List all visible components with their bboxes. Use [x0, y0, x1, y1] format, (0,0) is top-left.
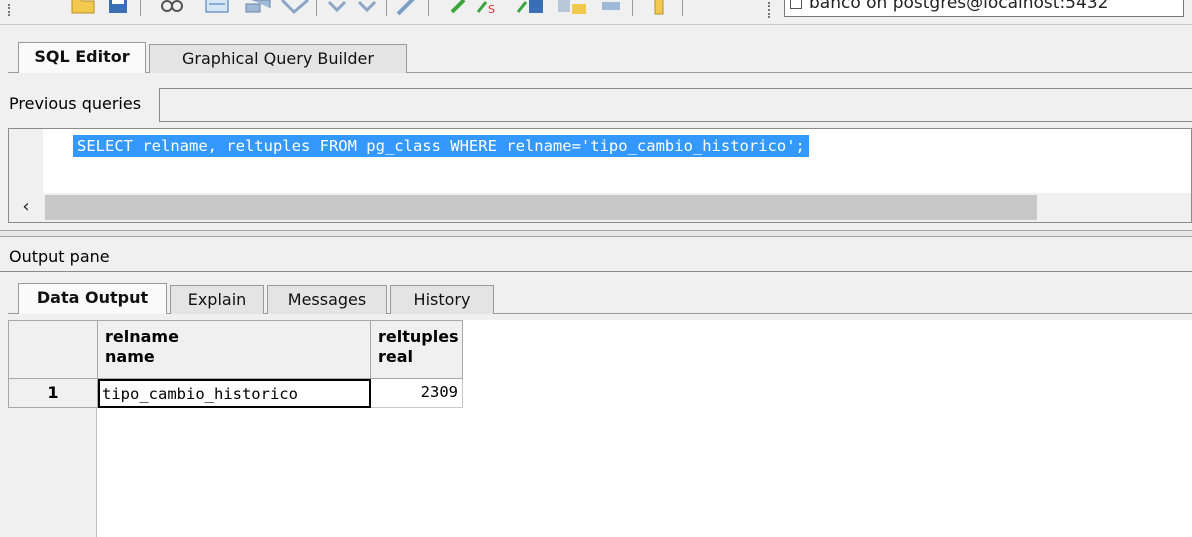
tab-label: Data Output	[36, 288, 149, 307]
execute-icon[interactable]	[448, 0, 468, 16]
clear-icon[interactable]	[280, 0, 310, 16]
tab-label: History	[413, 290, 471, 309]
toolbar-separator	[316, 0, 317, 16]
undo-icon[interactable]	[326, 0, 348, 16]
toolbar-grip	[768, 2, 773, 18]
scrollbar-thumb[interactable]	[45, 195, 1037, 220]
previous-queries-label: Previous queries	[9, 94, 142, 113]
tab-history[interactable]: History	[390, 285, 494, 314]
cell-reltuples[interactable]: 2309	[371, 379, 463, 408]
cut-icon[interactable]	[204, 0, 230, 16]
tab-label: Explain	[187, 290, 247, 309]
toolbar-grip	[8, 4, 11, 16]
redo-icon[interactable]	[356, 0, 378, 16]
row-header-1[interactable]: 1	[8, 379, 98, 408]
data-output-grid[interactable]: relname name reltuples real 1 tipo_cambi…	[8, 320, 1192, 537]
sql-query-text[interactable]: SELECT relname, reltuples FROM pg_class …	[73, 135, 809, 157]
execute-to-file-icon[interactable]	[516, 0, 548, 16]
column-name: reltuples	[378, 327, 459, 346]
previous-queries-row: Previous queries	[0, 88, 1192, 122]
output-tab-strip: Data Output Explain Messages History	[0, 283, 1192, 314]
toolbar-separator	[140, 0, 141, 16]
output-pane-title: Output pane	[9, 247, 110, 266]
tab-explain[interactable]: Explain	[170, 285, 264, 314]
scroll-left-arrow-icon[interactable]: ‹	[9, 193, 43, 222]
toolbar-separator	[632, 0, 633, 16]
explain-icon[interactable]	[556, 0, 588, 16]
tab-label: SQL Editor	[34, 47, 130, 66]
previous-queries-dropdown[interactable]	[159, 88, 1192, 122]
sql-editor[interactable]: SELECT relname, reltuples FROM pg_class …	[8, 128, 1192, 223]
connection-checkbox-icon	[790, 0, 802, 9]
toolbar-separator	[428, 0, 429, 16]
output-pane-header: Output pane	[0, 242, 1192, 272]
grid-corner-cell[interactable]	[8, 320, 98, 379]
editor-tab-strip: SQL Editor Graphical Query Builder	[0, 40, 1192, 73]
connection-select[interactable]: banco on postgres@localhost:5432	[784, 0, 1184, 17]
toolbar-separator	[682, 0, 683, 16]
tab-data-output[interactable]: Data Output	[18, 283, 167, 314]
pencil-icon[interactable]	[396, 0, 418, 16]
column-type: real	[378, 347, 414, 366]
tab-label: Graphical Query Builder	[182, 49, 374, 68]
copy-icon[interactable]	[244, 0, 272, 16]
tab-label: Messages	[287, 290, 367, 309]
main-toolbar: S banco on postgres@localhost:5432	[0, 0, 1192, 25]
column-name: relname	[105, 327, 179, 346]
editor-margin	[9, 129, 43, 193]
tab-graphical-query-builder[interactable]: Graphical Query Builder	[149, 44, 407, 73]
pane-splitter[interactable]	[0, 230, 1192, 237]
column-header-reltuples[interactable]: reltuples real	[371, 320, 463, 379]
column-header-relname[interactable]: relname name	[98, 320, 371, 379]
svg-text:S: S	[488, 3, 495, 16]
tab-messages[interactable]: Messages	[267, 285, 387, 314]
stop-icon[interactable]	[600, 0, 622, 16]
tab-sql-editor[interactable]: SQL Editor	[18, 42, 146, 73]
connection-label: banco on postgres@localhost:5432	[809, 0, 1109, 13]
horizontal-scrollbar[interactable]: ‹	[9, 193, 1191, 222]
cell-relname[interactable]: tipo_cambio_historico	[98, 379, 371, 408]
column-type: name	[105, 347, 155, 366]
toolbar-separator	[386, 0, 387, 16]
folder-open-icon[interactable]	[68, 0, 98, 16]
commit-icon[interactable]	[652, 0, 666, 16]
save-icon[interactable]	[106, 0, 130, 16]
execute-pgscript-icon[interactable]: S	[476, 0, 508, 16]
find-icon[interactable]	[160, 0, 184, 16]
